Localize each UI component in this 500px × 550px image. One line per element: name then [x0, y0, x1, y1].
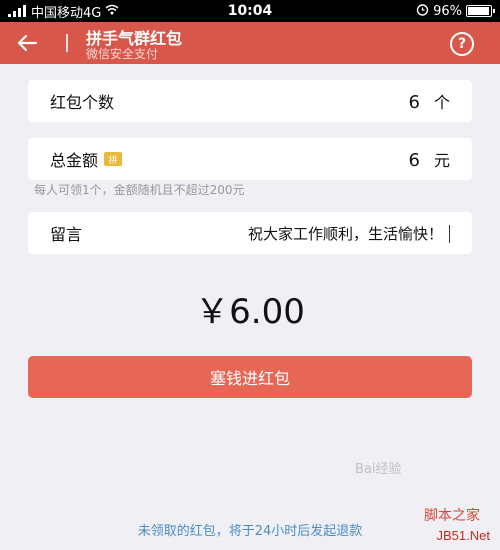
battery-icon: [466, 5, 495, 17]
battery-percent: 96%: [433, 3, 462, 19]
carrier-label: 中国移动4G: [31, 5, 102, 21]
text-caret: [449, 225, 450, 243]
baidu-watermark: Bai经验: [355, 462, 402, 477]
nav-divider: [66, 34, 68, 52]
alarm-icon: [416, 3, 429, 19]
total-amount-value[interactable]: 6: [409, 150, 420, 171]
status-bar: 中国移动4G 10:04 96%: [0, 0, 500, 22]
total-amount-label: 总金额: [50, 151, 99, 170]
random-badge: 拼: [104, 152, 123, 166]
packet-count-label: 红包个数: [50, 93, 115, 112]
message-label: 留言: [50, 225, 83, 244]
signal-icon: [8, 5, 26, 17]
total-amount-unit: 元: [433, 151, 450, 170]
packet-count-unit: 个: [433, 93, 450, 112]
packet-count-value[interactable]: 6: [409, 92, 420, 113]
back-arrow-icon: [17, 34, 38, 52]
site-watermark: 脚本之家: [424, 508, 480, 524]
nav-bar: 拼手气群红包 微信安全支付 ?: [0, 22, 500, 64]
back-button[interactable]: [12, 28, 42, 58]
page-subtitle: 微信安全支付: [86, 47, 159, 61]
amount-display: ￥6.00: [195, 292, 305, 332]
battery-fill: [468, 7, 490, 15]
help-button[interactable]: ?: [450, 32, 474, 56]
packet-count-field[interactable]: 红包个数 6 个: [28, 80, 472, 122]
amount-hint: 每人可领1个，金额随机且不超过200元: [34, 183, 245, 197]
site-watermark-url: JB51.Net: [436, 528, 490, 543]
message-field[interactable]: 留言 祝大家工作顺利，生活愉快！: [28, 212, 472, 254]
wifi-icon: [105, 4, 119, 18]
help-icon: ?: [457, 36, 467, 52]
total-amount-field[interactable]: 总金额 拼 6 元: [28, 138, 472, 180]
send-red-packet-button[interactable]: 塞钱进红包: [28, 356, 472, 398]
message-input[interactable]: 祝大家工作顺利，生活愉快！: [248, 225, 443, 243]
